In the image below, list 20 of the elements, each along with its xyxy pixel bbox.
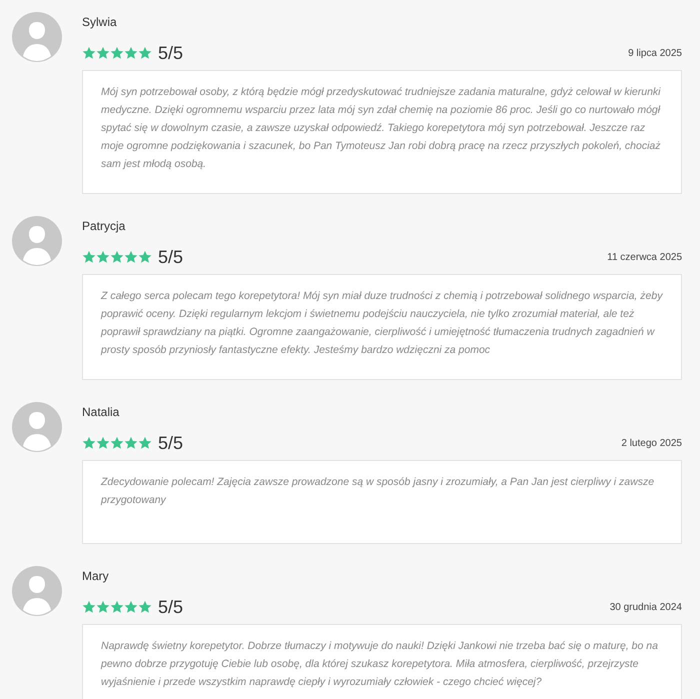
review-text: Z całego serca polecam tego korepetytora! Mój syn miał duze trudności z chemią i potrzebował solidnego wsparcia, żeby poprawić oceny. Dzięki regularnym lekcjom i świetnemu podejściu nauczyciela, nie tylko zrozumiał materiał, ale też poprawił sprawdziany na piątki. Ogromne zaangażowanie, cierpliwość i umiejętność tłumaczenia trudnych zagadnień w prosty sposób przyniosły fantastyczne efekty. Jesteśmy bardzo wdzięczni za pomoc <box>101 289 663 358</box>
score: 5/5 <box>158 432 184 454</box>
review-text: Zdecydowanie polecam! Zajęcia zawsze prowadzone są w sposób jasny i zrozumiały, a Pan Jan jest cierpliwy i zawsze przygotowany <box>101 475 656 508</box>
avatar-icon <box>12 566 62 616</box>
review-date: 11 czerwca 2025 <box>607 252 682 262</box>
score: 5/5 <box>158 246 184 268</box>
reviewer-name: Natalia <box>82 405 120 421</box>
reviewer-name: Patrycja <box>82 219 126 235</box>
reviewer-name: Mary <box>82 569 110 585</box>
avatar-icon <box>12 12 62 62</box>
avatar-icon <box>12 402 62 452</box>
review-text: Naprawdę świetny korepetytor. Dobrze tłumaczy i motywuje do nauki! Dzięki Jankowi nie trzeba bać się o maturę, bo na pewno dobrze przygotuję Ciebie lub osobę, dla której szukasz korepetytora. Miła atmosfera, cierpliwość, przejrzyste wyjaśnienie i przede wszystkim naprawdę ciepły i wyrozumiały człowiek - czego chcieć więcej? <box>101 639 659 690</box>
review-date: 9 lipca 2025 <box>628 48 682 58</box>
score: 5/5 <box>158 42 184 64</box>
reviewer-name: Sylwia <box>82 15 118 31</box>
review-date: 2 lutego 2025 <box>621 438 682 448</box>
review-date: 30 grudnia 2024 <box>610 602 682 612</box>
avatar-icon <box>12 216 62 266</box>
score: 5/5 <box>158 596 184 618</box>
review-text: Mój syn potrzebował osoby, z którą będzie mógł przedyskutować trudniejsze zadania maturalne, gdyż celował w kierunki medyczne. Dzięki ogromnemu wsparciu przez lata mój syn zdał chemię na poziomie 86 proc. Jeśli go co nurtowało mógł spytać się w dowolnym czasie, a zawsze uzyskał odpowiedź. Takiego korepetytora mój syn potrzebował. Jeszcze raz moje ogromne podziękowania i szacunek, bo Pan Tymoteusz Jan robi dobrą pracę na rzecz przyszłych pokoleń, chociaż sam jest młodą osobą. <box>101 85 662 172</box>
